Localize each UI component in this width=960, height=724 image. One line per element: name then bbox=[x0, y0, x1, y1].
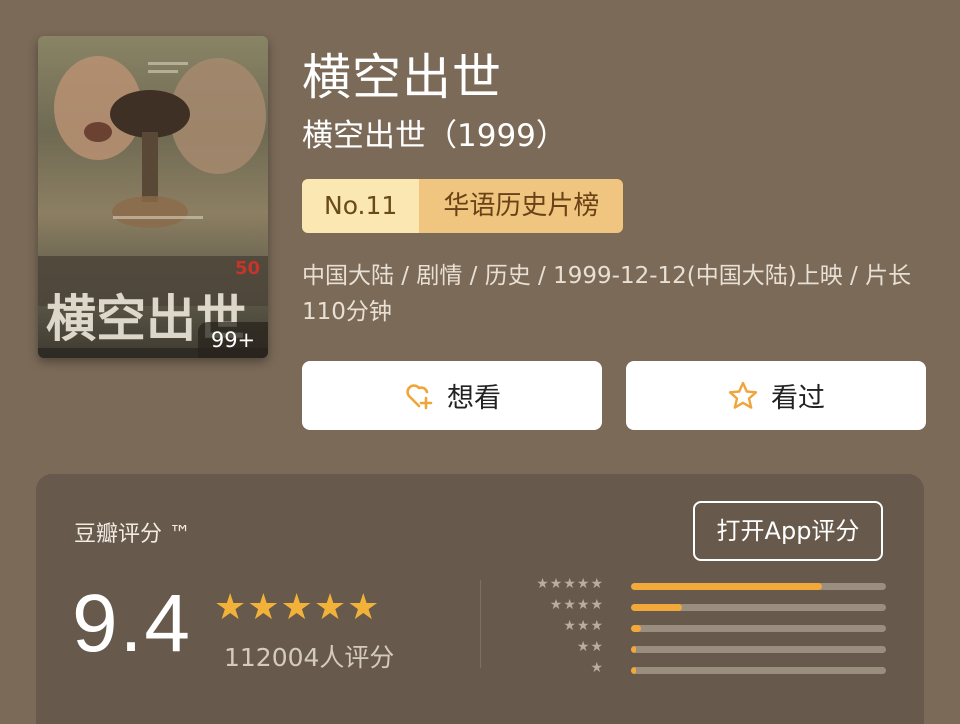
distribution-stars-3: ★★★ bbox=[563, 618, 604, 634]
heart-plus-icon bbox=[403, 380, 435, 412]
poster-art: 50 横空出世 bbox=[38, 56, 268, 358]
want-to-watch-button[interactable]: 想看 bbox=[302, 361, 602, 430]
distribution-fill-4 bbox=[631, 604, 682, 611]
distribution-bar-3 bbox=[631, 625, 886, 632]
distribution-fill-2 bbox=[631, 646, 637, 653]
rank-chip[interactable]: No.11 华语历史片榜 bbox=[302, 179, 624, 233]
movie-original-title: 横空出世（1999） bbox=[302, 118, 567, 154]
rank-number: No.11 bbox=[302, 179, 420, 233]
distribution-stars-5: ★★★★★ bbox=[536, 576, 604, 592]
rating-distribution: ★★★★★ ★★★★ ★★★ ★★ ★ bbox=[516, 576, 896, 683]
want-to-watch-label: 想看 bbox=[447, 383, 501, 414]
divider bbox=[480, 580, 481, 668]
rating-panel: 豆瓣评分 ™ 打开App评分 9.4 ★★★★★ 112004人评分 ★★★★★… bbox=[36, 474, 924, 724]
open-app-rate-button[interactable]: 打开App评分 bbox=[693, 501, 883, 561]
movie-detail-page: 50 横空出世 99+ 横空出世 横空出世（1999） No.11 华语历史片榜… bbox=[0, 0, 960, 724]
distribution-row-1: ★ bbox=[516, 660, 896, 683]
rating-count: 112004人评分 bbox=[224, 643, 395, 672]
distribution-row-2: ★★ bbox=[516, 639, 896, 662]
distribution-row-3: ★★★ bbox=[516, 618, 896, 641]
distribution-bar-5 bbox=[631, 583, 886, 590]
star-outline-icon bbox=[727, 380, 759, 412]
watched-button[interactable]: 看过 bbox=[626, 361, 926, 430]
distribution-fill-5 bbox=[631, 583, 823, 590]
distribution-stars-4: ★★★★ bbox=[549, 597, 604, 613]
distribution-bar-1 bbox=[631, 667, 886, 674]
watched-label: 看过 bbox=[771, 383, 825, 414]
distribution-stars-2: ★★ bbox=[576, 639, 604, 655]
rating-stars: ★★★★★ bbox=[214, 587, 381, 628]
rank-list-name: 华语历史片榜 bbox=[419, 179, 624, 233]
photo-count-badge: 99+ bbox=[198, 322, 268, 358]
distribution-row-5: ★★★★★ bbox=[516, 576, 896, 599]
movie-title: 横空出世 bbox=[302, 49, 503, 106]
distribution-fill-1 bbox=[631, 667, 637, 674]
rating-score: 9.4 bbox=[72, 578, 192, 669]
poster-anniversary-mark: 50 bbox=[235, 258, 260, 279]
movie-poster[interactable]: 50 横空出世 99+ bbox=[38, 36, 268, 358]
distribution-bar-2 bbox=[631, 646, 886, 653]
distribution-bar-4 bbox=[631, 604, 886, 611]
douban-rating-label: 豆瓣评分 ™ bbox=[74, 522, 191, 547]
movie-meta-info: 中国大陆 / 剧情 / 历史 / 1999-12-12(中国大陆)上映 / 片长… bbox=[302, 263, 912, 325]
distribution-row-4: ★★★★ bbox=[516, 597, 896, 620]
distribution-stars-1: ★ bbox=[590, 660, 604, 676]
distribution-fill-3 bbox=[631, 625, 642, 632]
